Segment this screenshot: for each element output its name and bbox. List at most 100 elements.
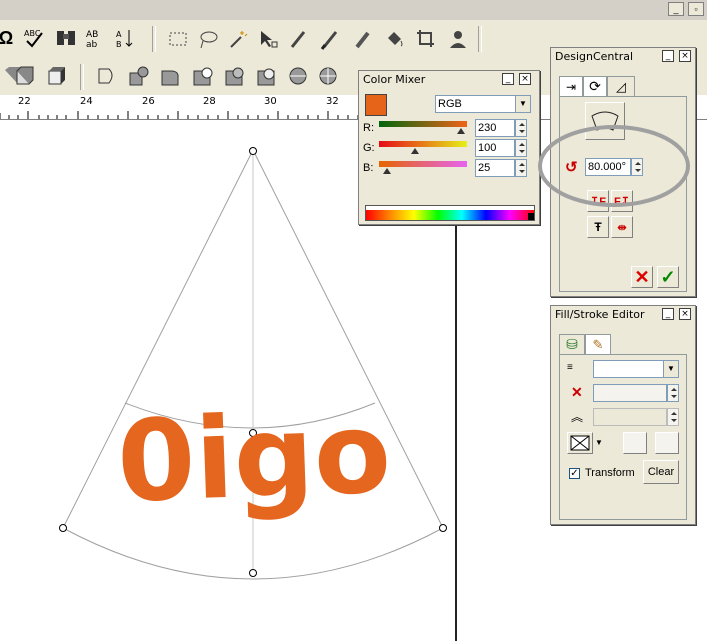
sort-text-icon[interactable]: AB [114, 26, 138, 50]
node-select-icon[interactable] [256, 27, 280, 51]
find-binoculars-icon[interactable] [54, 26, 78, 50]
minimize-icon[interactable]: _ [502, 73, 514, 85]
envelope-text[interactable]: 0igo [82, 388, 426, 527]
align-vertical-button[interactable]: Ŧ [587, 216, 609, 238]
shape-combine-icon[interactable] [126, 64, 150, 88]
cancel-button[interactable]: ✕ [631, 266, 653, 288]
transform-checkbox[interactable]: ✓ [569, 468, 580, 479]
color-mixer-titlebar[interactable]: Color Mixer _ × [359, 71, 539, 89]
green-slider-thumb[interactable] [411, 148, 419, 154]
toolbar-separator [478, 26, 482, 52]
align-vertical-icon: Ŧ [594, 220, 602, 234]
toolbar-separator [152, 26, 156, 52]
chevron-down-icon[interactable]: ▼ [595, 438, 603, 447]
design-central-title: DesignCentral [555, 50, 634, 63]
fill-stroke-panel: Fill/Stroke Editor _ × ⛁ ✎ ≡ ▼ ✕ ︽ ▼ ✓ T… [550, 305, 696, 525]
blue-value-input[interactable]: 25 [475, 159, 515, 177]
handle-bottom [249, 569, 257, 577]
green-spinner[interactable] [515, 139, 527, 157]
fill-type-button[interactable] [567, 432, 593, 454]
shape-intersect-icon[interactable] [222, 64, 246, 88]
color-swatch[interactable] [365, 94, 387, 116]
move-arrows-icon: ⇥ [565, 79, 577, 94]
svg-text:A: A [116, 30, 122, 39]
checkmark-icon: ✓ [660, 267, 676, 287]
annotation-ellipse [538, 125, 690, 207]
ruler-label: 24 [80, 96, 93, 107]
3d-box-dark-icon[interactable] [44, 64, 68, 88]
color-button-2[interactable] [655, 432, 679, 454]
restore-button[interactable]: ▫ [688, 2, 704, 16]
ruler-label: 22 [18, 96, 31, 107]
svg-text:ab: ab [86, 40, 98, 49]
design-central-titlebar[interactable]: DesignCentral _ × [551, 48, 695, 66]
no-stroke-icon: ✕ [571, 384, 583, 400]
pencil-icon: ✎ [592, 336, 604, 352]
color-button-1[interactable] [623, 432, 647, 454]
green-value-input[interactable]: 100 [475, 139, 515, 157]
special-char-icon[interactable]: Ω [0, 26, 18, 50]
tab-move[interactable]: ⇥ [559, 76, 583, 96]
stroke-width-spinner[interactable] [667, 384, 679, 402]
color-model-select[interactable]: RGB ▼ [435, 95, 531, 113]
chevron-down-icon: ▼ [515, 96, 530, 112]
tab-rotate[interactable]: ⟳ [583, 76, 607, 96]
clear-button[interactable]: Clear [643, 460, 679, 484]
rotate-icon: ⟳ [589, 78, 601, 94]
close-icon[interactable]: × [679, 308, 691, 320]
crop-icon[interactable] [414, 27, 438, 51]
line-style-icon: ≡ [567, 362, 573, 373]
lasso-icon[interactable] [196, 27, 220, 51]
chevron-down-icon: ▼ [663, 361, 678, 377]
app-title-strip: _ ▫ [0, 0, 707, 20]
shape-slice-icon[interactable] [316, 64, 340, 88]
pencil-icon[interactable] [350, 27, 374, 51]
minimize-icon[interactable]: _ [662, 308, 674, 320]
svg-text:B: B [116, 40, 122, 49]
miter-input[interactable] [593, 408, 667, 426]
spellcheck-icon[interactable]: ABC [22, 26, 46, 50]
ruler-label: 30 [264, 96, 277, 107]
minimize-button[interactable]: _ [668, 2, 684, 16]
red-spinner[interactable] [515, 119, 527, 137]
close-icon[interactable]: × [519, 73, 531, 85]
shape-exclude-icon[interactable] [254, 64, 278, 88]
shape-divide-icon[interactable] [286, 64, 310, 88]
miter-icon: ︽ [571, 410, 584, 424]
red-slider-thumb[interactable] [457, 128, 465, 134]
tab-envelope[interactable]: ◿ [607, 76, 635, 96]
red-slider-track[interactable] [379, 121, 467, 127]
tab-stroke[interactable]: ✎ [585, 334, 611, 354]
pen-icon[interactable] [286, 27, 310, 51]
shape-rounded-icon[interactable] [94, 64, 118, 88]
fill-stroke-titlebar[interactable]: Fill/Stroke Editor _ × [551, 306, 695, 324]
shape-subtract-icon[interactable] [190, 64, 214, 88]
transform-label: Transform [585, 467, 635, 479]
text-case-icon[interactable]: AB ab [84, 26, 108, 50]
blue-slider-track[interactable] [379, 161, 467, 167]
tab-fill[interactable]: ⛁ [559, 334, 585, 354]
cancel-x-icon: ✕ [634, 267, 650, 287]
marquee-select-icon[interactable] [166, 27, 190, 51]
blue-slider-thumb[interactable] [383, 168, 391, 174]
3d-box-icon[interactable] [12, 64, 36, 88]
apply-button[interactable]: ✓ [657, 266, 679, 288]
line-style-select[interactable]: ▼ [593, 360, 679, 378]
handle-top [249, 147, 257, 155]
green-slider-track[interactable] [379, 141, 467, 147]
stroke-width-input[interactable] [593, 384, 667, 402]
fill-bucket-icon[interactable] [382, 27, 406, 51]
align-horizontal-button[interactable]: ⇹ [611, 216, 633, 238]
miter-spinner[interactable] [667, 408, 679, 426]
red-value-input[interactable]: 230 [475, 119, 515, 137]
blue-spinner[interactable] [515, 159, 527, 177]
minimize-icon[interactable]: _ [662, 50, 674, 62]
color-spectrum[interactable] [365, 205, 535, 221]
magic-wand-icon[interactable] [226, 27, 250, 51]
close-icon[interactable]: × [679, 50, 691, 62]
envelope-tab-icon: ◿ [616, 78, 626, 94]
user-icon[interactable] [446, 27, 470, 51]
shape-union-icon[interactable] [158, 64, 182, 88]
brush-icon[interactable] [318, 27, 342, 51]
no-fill-icon [570, 435, 590, 451]
